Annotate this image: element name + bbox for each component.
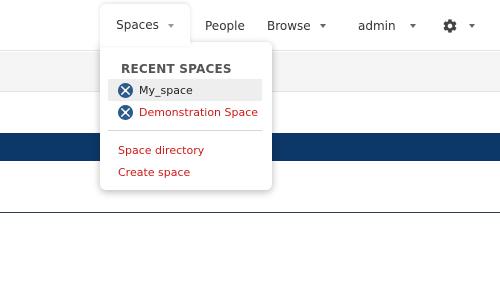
chevron-down-icon (409, 24, 416, 28)
nav-spaces-menu[interactable]: Spaces (100, 4, 190, 46)
recent-space-item-my-space[interactable]: My_space (108, 79, 262, 101)
dropdown-divider (108, 130, 262, 131)
nav-user-menu[interactable]: admin (358, 0, 416, 51)
nav-browse-label: Browse (267, 18, 311, 33)
recent-spaces-heading: RECENT SPACES (121, 62, 232, 76)
chevron-down-icon (167, 23, 174, 28)
space-icon (118, 82, 133, 98)
recent-space-item-demonstration-space[interactable]: Demonstration Space (108, 101, 262, 123)
create-space-link[interactable]: Create space (118, 166, 190, 179)
space-directory-link[interactable]: Space directory (118, 144, 204, 157)
space-icon (118, 104, 133, 120)
chevron-down-icon (469, 24, 475, 28)
spaces-dropdown-menu: RECENT SPACES My_space Demonstration Spa… (100, 42, 272, 190)
recent-space-label: My_space (139, 83, 193, 97)
nav-user-label: admin (358, 18, 396, 33)
nav-browse-menu[interactable]: Browse (267, 0, 326, 51)
nav-people-label: People (205, 18, 245, 33)
chevron-down-icon (319, 24, 326, 28)
recent-space-label: Demonstration Space (139, 105, 259, 119)
gear-icon (443, 18, 457, 33)
settings-menu[interactable] (442, 0, 475, 51)
nav-spaces-label: Spaces (116, 18, 159, 32)
content-divider (0, 212, 500, 213)
